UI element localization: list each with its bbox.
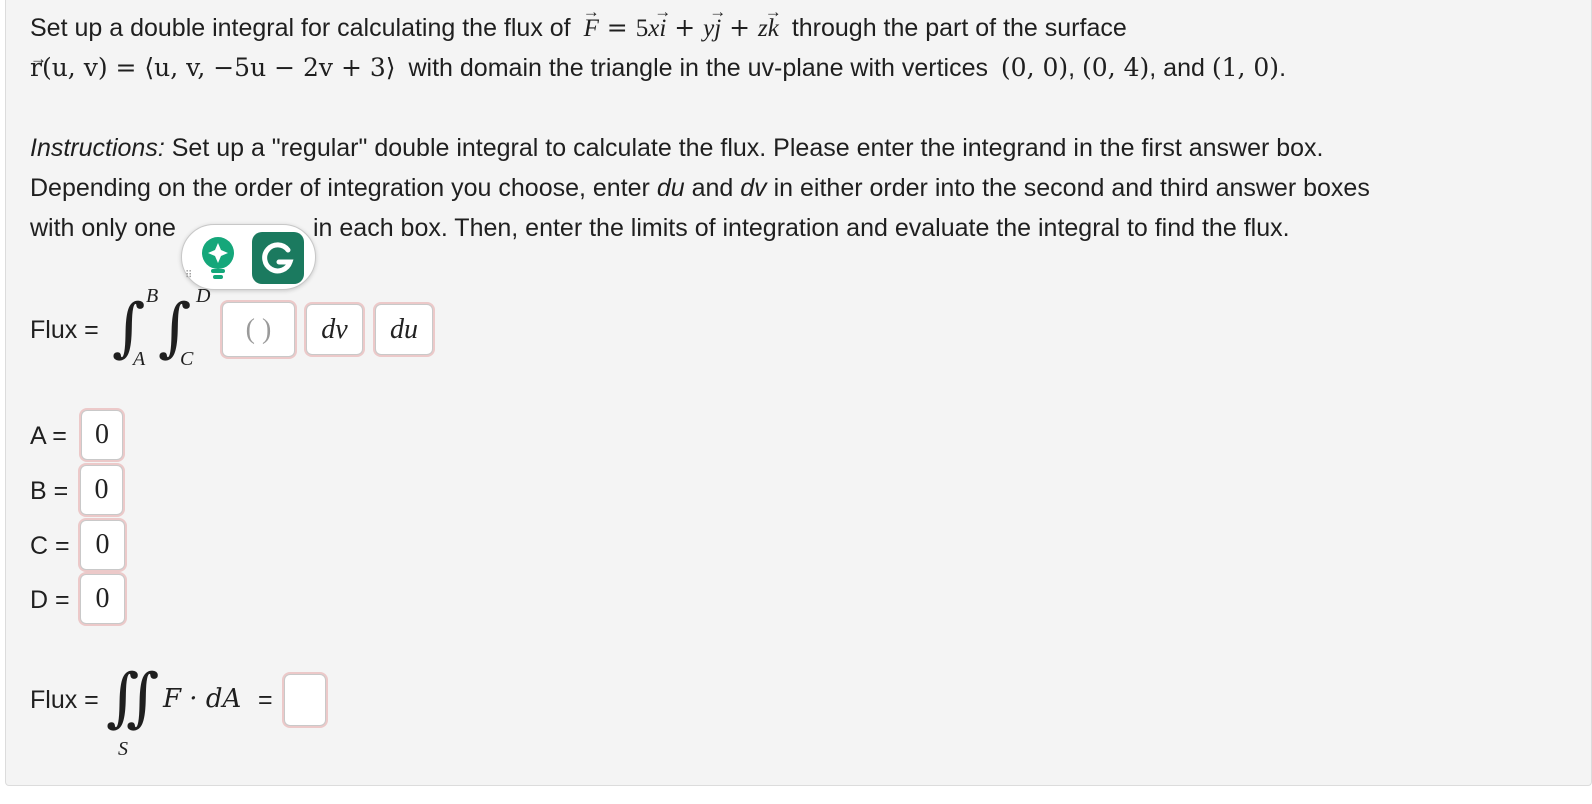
- limit-a-label: A =: [30, 422, 67, 450]
- limit-b-label: B =: [30, 477, 69, 505]
- instructions-text-2b: in either order into the second and thir…: [773, 174, 1370, 202]
- lower-limit-inner: C: [180, 348, 194, 370]
- final-equals: =: [258, 686, 273, 714]
- field-f: F: [584, 14, 599, 44]
- upper-limit-outer: B: [146, 285, 159, 307]
- instructions-and: and: [691, 174, 734, 202]
- differential-2-input[interactable]: du: [375, 304, 433, 355]
- instructions-du: du: [656, 174, 685, 202]
- surface-parametrization: r(u, v) = ⟨u, v, −5u − 2v + 3⟩: [30, 53, 396, 82]
- field-i: i: [659, 14, 666, 44]
- instructions-line-3a: with only one: [30, 213, 176, 243]
- limit-c-input[interactable]: 0: [80, 520, 125, 570]
- field-coef: 5: [635, 15, 649, 42]
- vector-field-expression: F = 5xi + yj + zk: [584, 13, 779, 42]
- differential-1-input[interactable]: dv: [306, 304, 363, 355]
- surface-subscript: S: [118, 738, 128, 760]
- field-k: k: [768, 14, 779, 44]
- field-j: j: [714, 14, 721, 44]
- flux-answer-input[interactable]: [284, 674, 326, 726]
- upper-limit-inner: D: [196, 285, 211, 307]
- limit-c-label: C =: [30, 532, 70, 560]
- vertex-2: (0, 4): [1082, 53, 1150, 82]
- vertex-1: (0, 0): [1000, 53, 1069, 82]
- instructions-dv: dv: [740, 174, 767, 202]
- instructions-label: Instructions:: [30, 134, 165, 162]
- instructions-text-2a: Depending on the order of integration yo…: [30, 174, 650, 202]
- instructions-text-1: Set up a "regular" double integral to ca…: [171, 134, 1324, 162]
- question-line-1: Set up a double integral for calculating…: [30, 13, 1127, 44]
- limit-b-input[interactable]: 0: [80, 465, 123, 515]
- vertex-3: (1, 0): [1211, 53, 1280, 82]
- limit-d-label: D =: [30, 586, 70, 614]
- limit-a-input[interactable]: 0: [81, 410, 123, 460]
- instructions-text-3a: with only one: [30, 214, 176, 242]
- flux-label-final: Flux =: [30, 686, 99, 714]
- intro-text: Set up a double integral for calculating…: [30, 14, 571, 42]
- instructions-line-1: Instructions: Set up a "regular" double …: [30, 133, 1324, 163]
- question-line-2: r(u, v) = ⟨u, v, −5u − 2v + 3⟩ with doma…: [30, 53, 1287, 82]
- limit-d-input[interactable]: 0: [80, 574, 125, 624]
- grammarly-g-icon[interactable]: [252, 232, 304, 284]
- grammarly-widget[interactable]: ⠿: [181, 224, 316, 290]
- domain-text: with domain the triangle in the uv-plane…: [408, 54, 988, 82]
- instructions-line-2: Depending on the order of integration yo…: [30, 173, 1370, 203]
- instructions-text-3b: in each box. Then, enter the limits of i…: [313, 214, 1290, 242]
- drag-handle-icon[interactable]: ⠿: [185, 271, 192, 281]
- integrand-input[interactable]: ( ): [222, 302, 295, 357]
- through-text: through the part of the surface: [791, 14, 1127, 42]
- flux-label-setup: Flux =: [30, 316, 99, 344]
- lightbulb-icon[interactable]: [200, 235, 236, 281]
- r-vector-arrow: →: [30, 49, 47, 68]
- and-text: and: [1163, 54, 1205, 82]
- flux-expression: F · dA: [163, 684, 242, 714]
- double-integral-sign-2: ∫: [126, 661, 160, 735]
- lower-limit-outer: A: [133, 348, 146, 370]
- instructions-line-3b: in each box. Then, enter the limits of i…: [313, 213, 1290, 243]
- question-panel: [5, 0, 1592, 786]
